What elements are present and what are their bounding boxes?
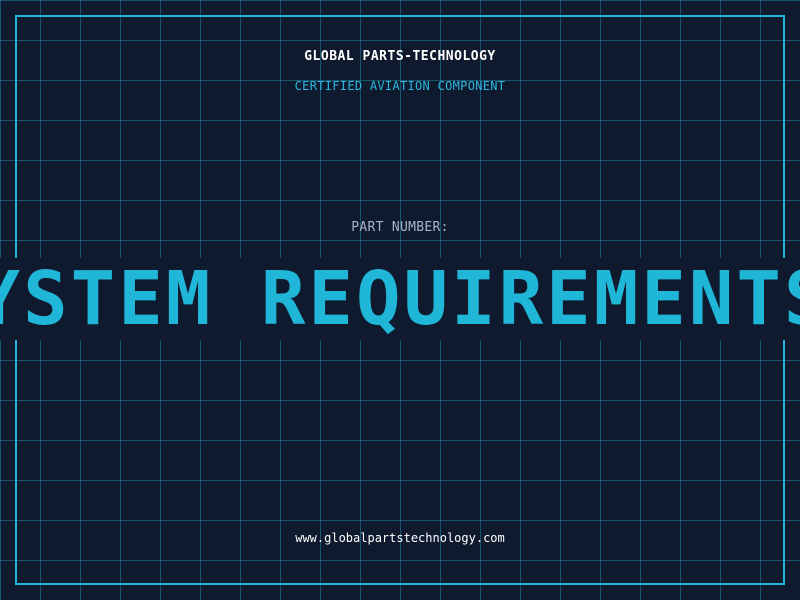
tagline: CERTIFIED AVIATION COMPONENT xyxy=(294,79,506,93)
part-number-banner: SYSTEM REQUIREMENTS R xyxy=(0,258,800,340)
header: GLOBAL PARTS-TECHNOLOGY CERTIFIED AVIATI… xyxy=(0,48,800,94)
page: GLOBAL PARTS-TECHNOLOGY CERTIFIED AVIATI… xyxy=(0,0,800,600)
website-link[interactable]: www.globalpartstechnology.com xyxy=(0,530,800,546)
company-name: GLOBAL PARTS-TECHNOLOGY xyxy=(304,49,496,64)
part-number-label: PART NUMBER: xyxy=(351,220,449,235)
part-number-value: SYSTEM REQUIREMENTS R xyxy=(0,258,800,340)
